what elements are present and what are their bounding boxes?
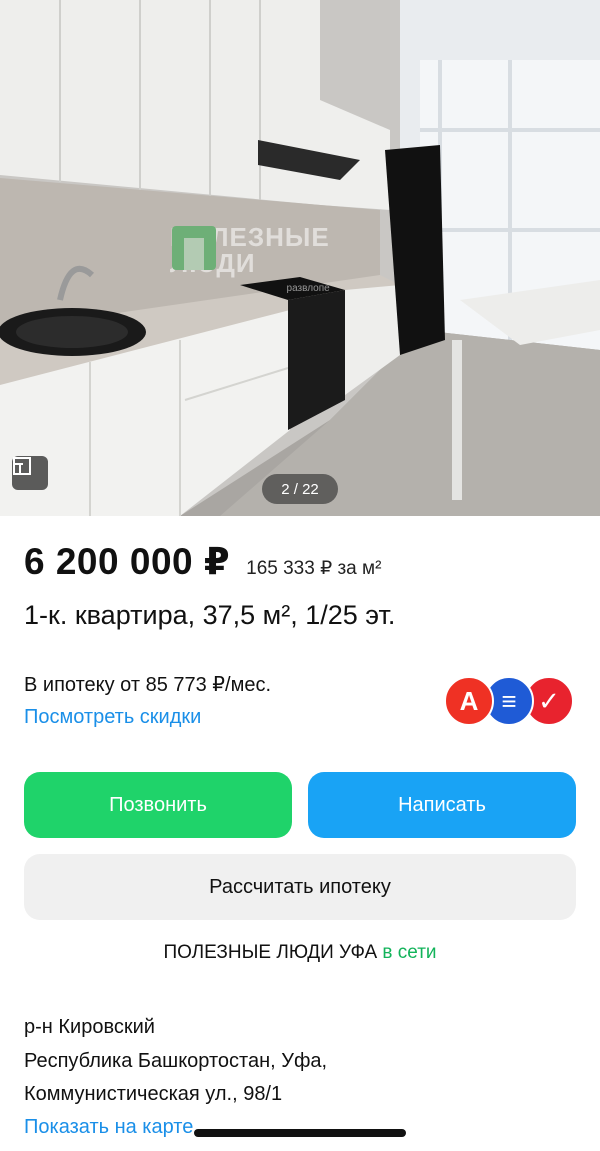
calculate-mortgage-button[interactable]: Рассчитать ипотеку <box>24 854 576 920</box>
price-per-m2: 165 333 ₽ за м² <box>246 558 382 579</box>
alfa-bank-letter: А <box>459 685 479 716</box>
price: 6 200 000 ₽ <box>24 541 231 582</box>
watermark-logo-icon <box>172 226 216 270</box>
seller-name: ПОЛЕЗНЫЕ ЛЮДИ УФА <box>163 942 378 963</box>
bank-red-letter: ✓ <box>538 685 560 716</box>
seller-info[interactable]: ПОЛЕЗНЫЕ ЛЮДИ УФА в сети <box>0 942 600 964</box>
seller-status: в сети <box>382 942 437 963</box>
watermark: ПОЛЕЗНЫЕ ЛЮДИ развлопе <box>170 224 330 302</box>
listing-title: 1-к. квартира, 37,5 м², 1/25 эт. <box>24 600 396 630</box>
floorplan-button[interactable] <box>12 456 48 490</box>
bank-logos[interactable]: А ≡ ✓ <box>444 676 576 726</box>
write-button[interactable]: Написать <box>308 772 576 838</box>
district: р-н Кировский <box>24 1016 155 1038</box>
photo-counter: 2 / 22 <box>262 474 338 504</box>
listing-photo[interactable]: ПОЛЕЗНЫЕ ЛЮДИ развлопе 2 / 22 <box>0 0 600 516</box>
mortgage-text: В ипотеку от 85 773 ₽/мес. <box>24 674 272 696</box>
bank-blue-letter: ≡ <box>501 685 517 716</box>
discounts-link[interactable]: Посмотреть скидки <box>24 706 201 729</box>
show-on-map-link[interactable]: Показать на карте <box>24 1116 193 1139</box>
alfa-bank-icon: А <box>444 676 494 726</box>
watermark-sub: развлопе <box>286 283 330 294</box>
home-indicator[interactable] <box>194 1129 406 1137</box>
address-line1: Республика Башкортостан, Уфа, <box>24 1050 328 1072</box>
call-button[interactable]: Позвонить <box>24 772 292 838</box>
address-line2: Коммунистическая ул., 98/1 <box>24 1083 283 1105</box>
floorplan-icon <box>13 457 31 475</box>
price-row: 6 200 000 ₽ 165 333 ₽ за м² <box>24 540 381 583</box>
